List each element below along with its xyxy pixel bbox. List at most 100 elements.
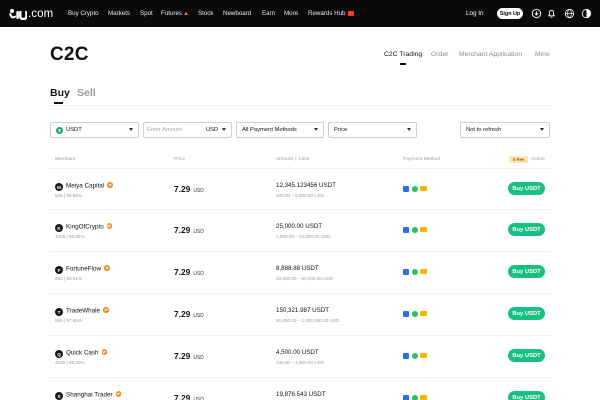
tab-order[interactable]: Order bbox=[431, 51, 448, 58]
sort-select[interactable]: Price bbox=[328, 122, 417, 138]
usdt-coin-icon: ₮ bbox=[56, 126, 63, 134]
refresh-select[interactable]: Not to refresh bbox=[460, 122, 550, 138]
price-value: 7.29 bbox=[174, 351, 191, 361]
wechat-pay-icon bbox=[411, 268, 418, 275]
nav-menu-item[interactable]: Buy Crypto bbox=[68, 10, 99, 17]
bank-card-icon bbox=[420, 395, 427, 400]
nav-menu-item[interactable]: More bbox=[284, 10, 298, 17]
merchant-stats: 545 | 99.85% bbox=[55, 193, 82, 198]
theme-toggle-icon[interactable] bbox=[581, 8, 592, 19]
price-currency: USD bbox=[193, 355, 204, 361]
top-navigation-bar: .com Buy Crypto Markets Spot Futures ▲ Stock N… bbox=[0, 0, 600, 27]
payment-methods bbox=[403, 310, 430, 317]
language-globe-icon[interactable] bbox=[564, 8, 575, 19]
price-value: 7.29 bbox=[174, 184, 191, 194]
nav-menu-label: Newboard bbox=[223, 10, 252, 17]
coin-select[interactable]: ₮ USDT bbox=[50, 122, 139, 138]
column-header-amount: Amount bbox=[276, 157, 293, 162]
merchant-name-link[interactable]: Quick Cash bbox=[66, 349, 108, 357]
bank-card-icon bbox=[420, 353, 427, 358]
nav-menu-item[interactable]: Earn bbox=[262, 10, 275, 17]
bank-transfer-icon bbox=[403, 226, 409, 233]
column-header-merchant: Merchant bbox=[55, 157, 76, 162]
signup-button[interactable]: Sign Up bbox=[497, 8, 523, 19]
nav-menu-item[interactable]: Futures ▲ bbox=[161, 10, 189, 17]
price-cell: 7.29 USD bbox=[174, 309, 204, 319]
fiat-currency-select[interactable]: USD bbox=[206, 127, 218, 133]
bank-transfer-icon bbox=[403, 310, 409, 317]
nav-menu-label: Stock bbox=[198, 10, 214, 17]
nav-menu-item[interactable]: Spot bbox=[140, 10, 153, 17]
merchant-row: Q Quick Cash 4532 | 99.20% 7.29 USD 4,500.00 … bbox=[50, 335, 550, 377]
zero-fee-badge: 0 Fee bbox=[509, 156, 528, 163]
buy-usdt-button[interactable]: Buy USDT bbox=[508, 223, 545, 236]
chevron-down-icon bbox=[407, 127, 411, 131]
merchant-name-link[interactable]: Meiya Capital bbox=[66, 182, 113, 190]
gift-icon bbox=[347, 11, 354, 16]
nav-menu-item[interactable]: Newboard bbox=[223, 10, 251, 17]
buy-usdt-button[interactable]: Buy USDT bbox=[508, 307, 545, 320]
column-header-action: Action bbox=[531, 157, 545, 162]
nav-menu-item[interactable]: Rewards Hub bbox=[308, 10, 354, 17]
bank-transfer-icon bbox=[403, 268, 409, 275]
buy-tab-indicator bbox=[54, 102, 63, 104]
column-header-amount-limit: Amount | Limit bbox=[276, 157, 309, 162]
buy-usdt-button[interactable]: Buy USDT bbox=[508, 391, 545, 400]
nav-menu-label: Futures bbox=[161, 10, 182, 17]
verified-badge-icon bbox=[106, 223, 113, 229]
login-link[interactable]: Log In bbox=[466, 10, 484, 17]
bank-card-icon bbox=[420, 227, 427, 232]
merchant-avatar: S bbox=[55, 392, 63, 400]
chevron-down-icon[interactable] bbox=[222, 127, 226, 131]
price-value: 7.29 bbox=[174, 225, 191, 235]
tab-buy[interactable]: Buy bbox=[50, 87, 70, 99]
buy-usdt-button[interactable]: Buy USDT bbox=[508, 265, 545, 278]
download-icon[interactable] bbox=[531, 8, 542, 19]
wechat-pay-icon bbox=[411, 310, 418, 317]
payment-methods bbox=[403, 226, 430, 233]
merchant-name: KingOfCrypto bbox=[66, 223, 104, 231]
notification-bell-icon[interactable] bbox=[546, 8, 557, 19]
payment-methods bbox=[403, 352, 430, 359]
price-value: 7.29 bbox=[174, 309, 191, 319]
chevron-down-icon bbox=[540, 127, 544, 131]
amount-filter: USD bbox=[143, 122, 232, 138]
price-currency: USD bbox=[193, 271, 204, 277]
buy-usdt-button[interactable]: Buy USDT bbox=[508, 182, 545, 195]
brand-logo-text: .com bbox=[28, 7, 54, 20]
flame-icon: ▲ bbox=[182, 10, 189, 17]
merchant-avatar: K bbox=[55, 224, 63, 232]
bank-card-icon bbox=[420, 311, 427, 316]
nav-menu-item[interactable]: Stock bbox=[198, 10, 213, 17]
sort-value: Price bbox=[334, 127, 348, 133]
nav-menu-item[interactable]: Markets bbox=[108, 10, 130, 17]
price-currency: USD bbox=[193, 188, 204, 194]
verified-badge-icon bbox=[115, 391, 122, 397]
column-header-payment-method: Payment Method bbox=[403, 157, 440, 162]
chevron-down-icon bbox=[314, 127, 318, 131]
brand-logo-mark-icon bbox=[9, 8, 27, 20]
payment-methods bbox=[403, 394, 430, 400]
merchant-avatar: M bbox=[55, 183, 63, 191]
tab-merchant-application[interactable]: Merchant Application bbox=[459, 51, 522, 58]
tab-mine[interactable]: Mine bbox=[535, 51, 550, 58]
column-header-separator: | bbox=[293, 157, 298, 162]
merchant-stats: 890 | 99.91% bbox=[55, 276, 82, 281]
merchant-name-link[interactable]: Shanghai Trader bbox=[66, 391, 122, 399]
brand-logo[interactable]: .com bbox=[9, 6, 53, 21]
merchant-name-link[interactable]: TradeWhale bbox=[66, 307, 109, 315]
amount-input[interactable] bbox=[147, 127, 199, 133]
merchant-name-link[interactable]: KingOfCrypto bbox=[66, 223, 113, 231]
merchant-row: S Shanghai Trader 7.29 USD 19,876.543 USDT Bu… bbox=[50, 377, 550, 400]
active-tab-indicator bbox=[400, 63, 406, 65]
price-value: 7.29 bbox=[174, 267, 191, 277]
merchant-name: FortuneFlow bbox=[66, 265, 101, 273]
nav-menu-label: Rewards Hub bbox=[308, 10, 346, 17]
tab-sell[interactable]: Sell bbox=[77, 87, 96, 99]
merchant-name-link[interactable]: FortuneFlow bbox=[66, 265, 110, 273]
payment-method-select[interactable]: All Payment Methods bbox=[236, 122, 324, 138]
tab-c2c-trading[interactable]: C2C Trading bbox=[384, 51, 422, 58]
available-amount: 8,888.88 USDT bbox=[276, 265, 319, 272]
coin-select-value: USDT bbox=[66, 127, 82, 133]
buy-usdt-button[interactable]: Buy USDT bbox=[508, 349, 545, 362]
